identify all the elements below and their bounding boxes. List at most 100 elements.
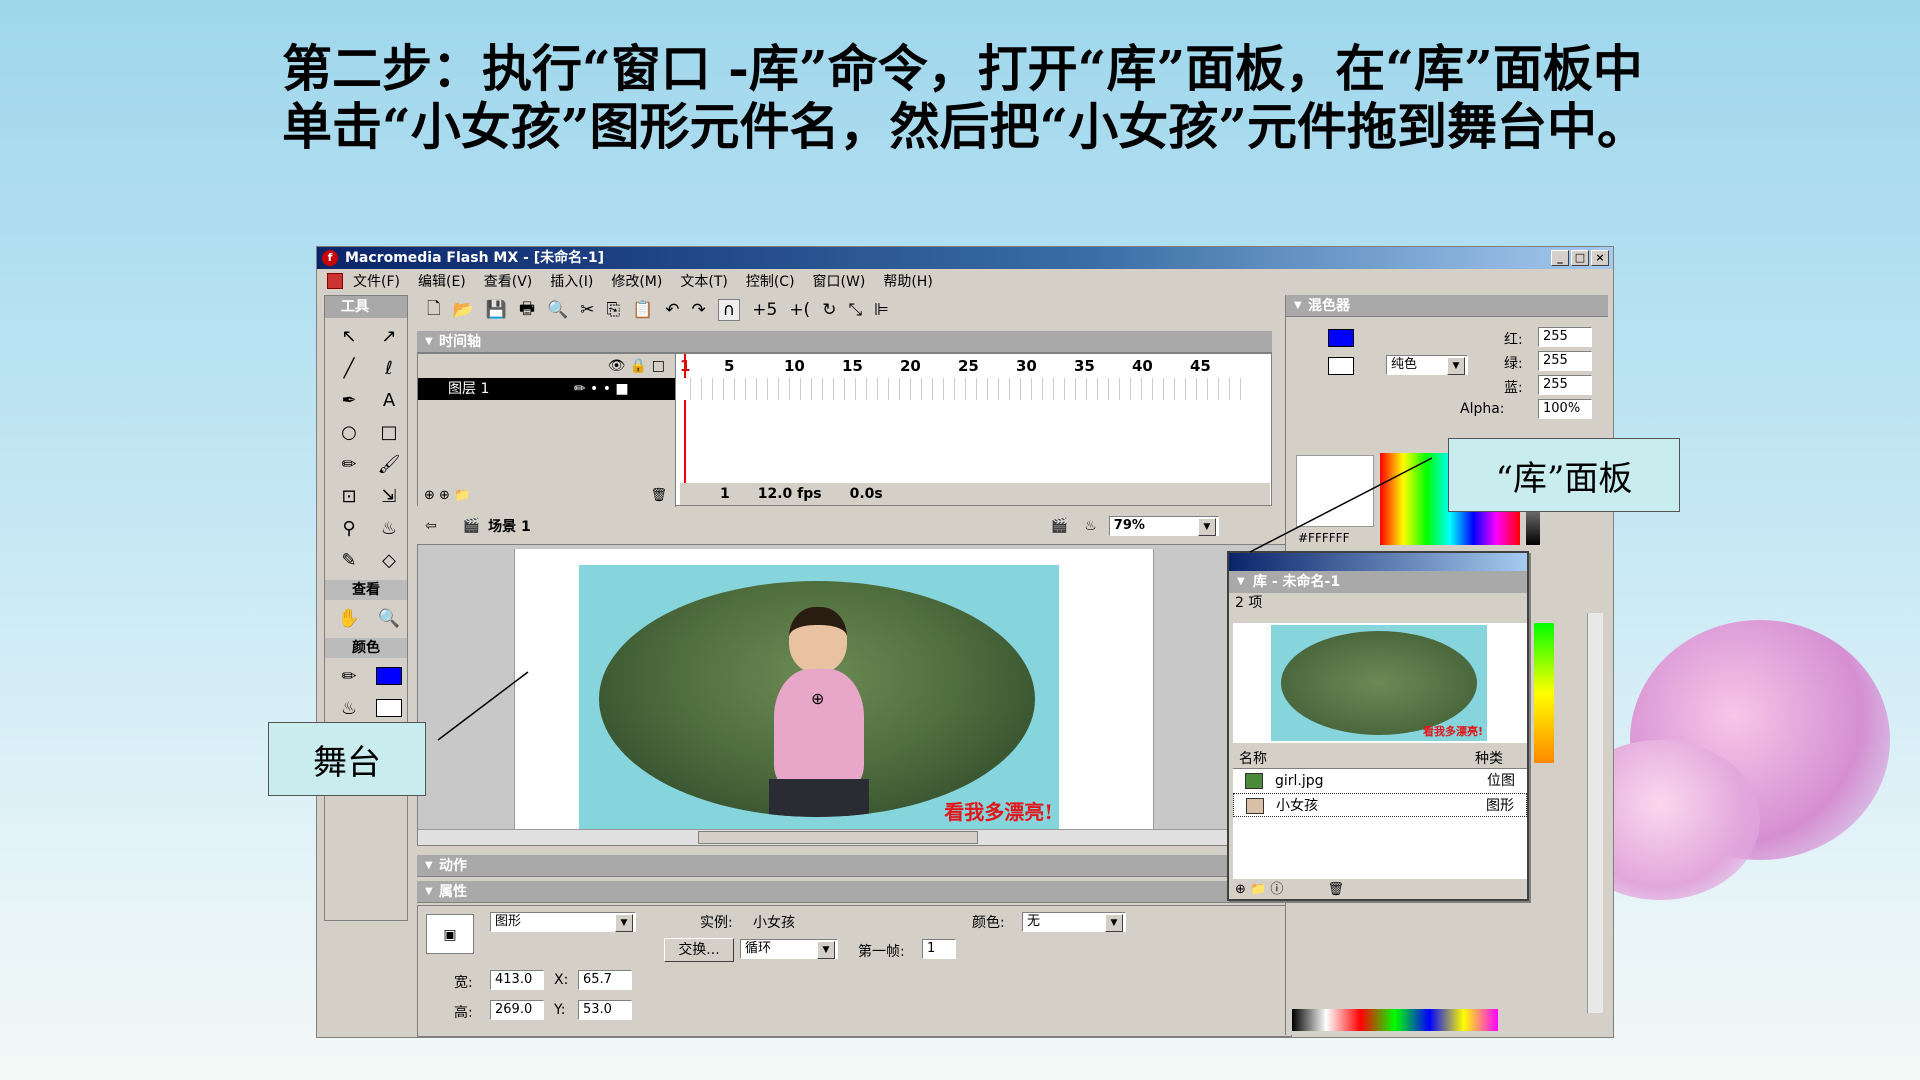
free-transform-tool-icon[interactable]: ⊡: [331, 482, 367, 510]
snap-magnet-icon[interactable]: ∩: [717, 299, 741, 321]
color-mixer-header[interactable]: 混色器: [1286, 295, 1608, 317]
back-arrow-icon[interactable]: ⇦: [425, 518, 437, 534]
paint-bucket-tool-icon[interactable]: ♨: [371, 514, 407, 542]
menu-text[interactable]: 文本(T): [680, 271, 727, 291]
actions-panel-header[interactable]: 动作: [417, 855, 1292, 877]
pen-tool-icon[interactable]: ✒: [331, 386, 367, 414]
blue-input[interactable]: 255: [1538, 375, 1592, 395]
menu-modify[interactable]: 修改(M): [611, 271, 662, 291]
rectangle-tool-icon[interactable]: □: [371, 418, 407, 446]
zoom-select[interactable]: 79%: [1108, 516, 1219, 536]
line-tool-icon[interactable]: ╱: [331, 354, 367, 382]
align-icon[interactable]: ⊫: [874, 300, 889, 320]
undo-icon[interactable]: ↶: [665, 300, 679, 320]
color-effect-select[interactable]: 无: [1022, 912, 1126, 932]
mixer-stroke-swatch[interactable]: [1328, 329, 1354, 347]
stage-hscrollbar[interactable]: [418, 829, 1331, 845]
lasso-tool-icon[interactable]: ℓ: [371, 354, 407, 382]
subselect-tool-icon[interactable]: ↗: [371, 322, 407, 350]
loop-select[interactable]: 循环: [740, 939, 838, 959]
close-button[interactable]: ×: [1591, 250, 1609, 266]
brush-tool-icon[interactable]: 🖌: [371, 450, 407, 478]
library-item-graphic-selected[interactable]: 小女孩 图形: [1233, 793, 1527, 817]
print-preview-icon[interactable]: 🔍: [547, 300, 568, 320]
properties-panel-header[interactable]: 属性: [417, 881, 1292, 903]
green-input[interactable]: 255: [1538, 351, 1592, 371]
text-tool-icon[interactable]: A: [371, 386, 407, 414]
redo-icon[interactable]: ↷: [692, 300, 706, 320]
menu-view[interactable]: 查看(V): [484, 271, 533, 291]
playhead[interactable]: [684, 354, 686, 486]
red-label: 红:: [1504, 332, 1523, 348]
oval-tool-icon[interactable]: ○: [331, 418, 367, 446]
fill-color-icon[interactable]: ♨: [331, 694, 367, 722]
edit-scene-icon[interactable]: 🎬: [1051, 518, 1068, 534]
y-input[interactable]: 53.0: [578, 1000, 632, 1020]
fill-type-select[interactable]: 纯色: [1386, 355, 1468, 375]
width-input[interactable]: 413.0: [490, 970, 544, 990]
straighten-icon[interactable]: +(: [789, 300, 810, 320]
copy-icon[interactable]: ⎘: [607, 300, 621, 320]
cut-icon[interactable]: ✂: [580, 300, 594, 320]
document-icon[interactable]: [327, 273, 343, 289]
timeline-panel-header[interactable]: 时间轴: [417, 331, 1272, 353]
scale-icon[interactable]: ⤡: [848, 300, 862, 320]
trash-icon[interactable]: 🗑: [650, 488, 667, 503]
column-name-header[interactable]: 名称: [1239, 751, 1267, 767]
current-frame: 1: [720, 486, 730, 502]
fill-color-swatch[interactable]: [371, 694, 407, 722]
new-folder-icon[interactable]: 📁: [1250, 882, 1266, 897]
stage[interactable]: ⊕ 看我多漂亮!: [514, 549, 1154, 829]
properties-icon[interactable]: ⓘ: [1270, 882, 1283, 897]
maximize-button[interactable]: □: [1571, 250, 1589, 266]
first-frame-input[interactable]: 1: [922, 939, 956, 959]
ink-bottle-tool-icon[interactable]: ⚲: [331, 514, 367, 542]
arrow-tool-icon[interactable]: ↖: [331, 322, 367, 350]
delete-icon[interactable]: 🗑: [1328, 882, 1345, 897]
open-icon[interactable]: 📂: [453, 300, 474, 320]
girl-graphic-instance[interactable]: ⊕ 看我多漂亮!: [579, 565, 1059, 829]
print-icon[interactable]: 🖶: [519, 296, 535, 325]
menu-file[interactable]: 文件(F): [353, 271, 400, 291]
pencil-tool-icon[interactable]: ✏: [331, 450, 367, 478]
column-kind-header[interactable]: 种类: [1475, 749, 1503, 769]
menu-help[interactable]: 帮助(H): [883, 271, 932, 291]
library-header[interactable]: 库 - 未命名-1: [1229, 571, 1527, 593]
eyedropper-tool-icon[interactable]: ✎: [331, 546, 367, 574]
frame-cells[interactable]: [680, 378, 1250, 400]
rotate-icon[interactable]: ↻: [822, 300, 836, 320]
zoom-tool-icon[interactable]: 🔍: [371, 604, 407, 632]
menu-edit[interactable]: 编辑(E): [418, 271, 466, 291]
hex-value: #FFFFFF: [1298, 531, 1350, 545]
alpha-label: Alpha:: [1460, 401, 1505, 417]
hand-tool-icon[interactable]: ✋: [331, 604, 367, 632]
eraser-tool-icon[interactable]: ◇: [371, 546, 407, 574]
stroke-color-swatch[interactable]: [371, 662, 407, 690]
paste-icon[interactable]: 📋: [632, 300, 653, 320]
swatches-vscrollbar[interactable]: [1587, 613, 1603, 1013]
fill-transform-tool-icon[interactable]: ⇲: [371, 482, 407, 510]
symbol-behavior-select[interactable]: 图形: [490, 912, 636, 932]
gradient-swatches[interactable]: [1292, 1009, 1498, 1031]
scroll-thumb[interactable]: [698, 831, 978, 844]
minimize-button[interactable]: _: [1551, 250, 1569, 266]
smooth-icon[interactable]: +5: [752, 300, 777, 320]
layer-row[interactable]: 图层 1 ✏ • • ■: [418, 378, 675, 400]
menu-control[interactable]: 控制(C): [746, 271, 795, 291]
library-item-bitmap[interactable]: girl.jpg 位图: [1233, 769, 1527, 793]
save-icon[interactable]: 💾: [486, 300, 507, 320]
edit-symbol-icon[interactable]: ♨: [1084, 518, 1097, 534]
height-input[interactable]: 269.0: [490, 1000, 544, 1020]
menu-insert[interactable]: 插入(I): [550, 271, 593, 291]
new-symbol-icon[interactable]: ⊕: [1235, 882, 1246, 897]
alpha-input[interactable]: 100%: [1538, 399, 1592, 419]
mixer-fill-swatch[interactable]: [1328, 357, 1354, 375]
stroke-color-icon[interactable]: ✏: [331, 662, 367, 690]
new-icon[interactable]: 🗋: [427, 296, 441, 325]
x-input[interactable]: 65.7: [578, 970, 632, 990]
menu-window[interactable]: 窗口(W): [813, 271, 866, 291]
library-titlebar[interactable]: [1229, 553, 1527, 571]
swap-button[interactable]: 交换...: [664, 938, 734, 962]
swatches-grid[interactable]: [1534, 623, 1554, 763]
red-input[interactable]: 255: [1538, 327, 1592, 347]
